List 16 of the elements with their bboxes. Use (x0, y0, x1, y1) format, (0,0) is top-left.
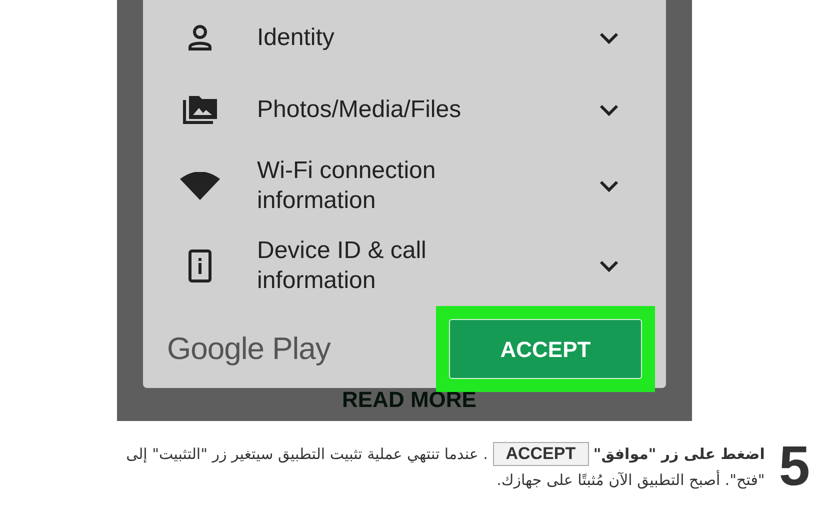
permission-label: Identity (257, 23, 336, 53)
wifi-icon (180, 172, 220, 200)
chevron-down-icon[interactable] (599, 104, 619, 116)
chevron-down-icon[interactable] (599, 260, 619, 272)
photos-folder-icon (181, 94, 219, 126)
person-icon (187, 24, 213, 52)
store-logo-text: Google Play (167, 330, 330, 368)
accept-button[interactable]: ACCEPT (449, 319, 642, 379)
accept-key: ACCEPT (492, 442, 589, 466)
permission-label: Wi-Fi connection information (257, 156, 437, 216)
chevron-down-icon[interactable] (599, 32, 619, 44)
permission-label: Device ID & call information (257, 236, 428, 296)
chevron-down-icon[interactable] (599, 180, 619, 192)
permission-label: Photos/Media/Files (257, 95, 462, 125)
step-number: 5 (778, 441, 810, 491)
device-info-icon (188, 249, 212, 283)
